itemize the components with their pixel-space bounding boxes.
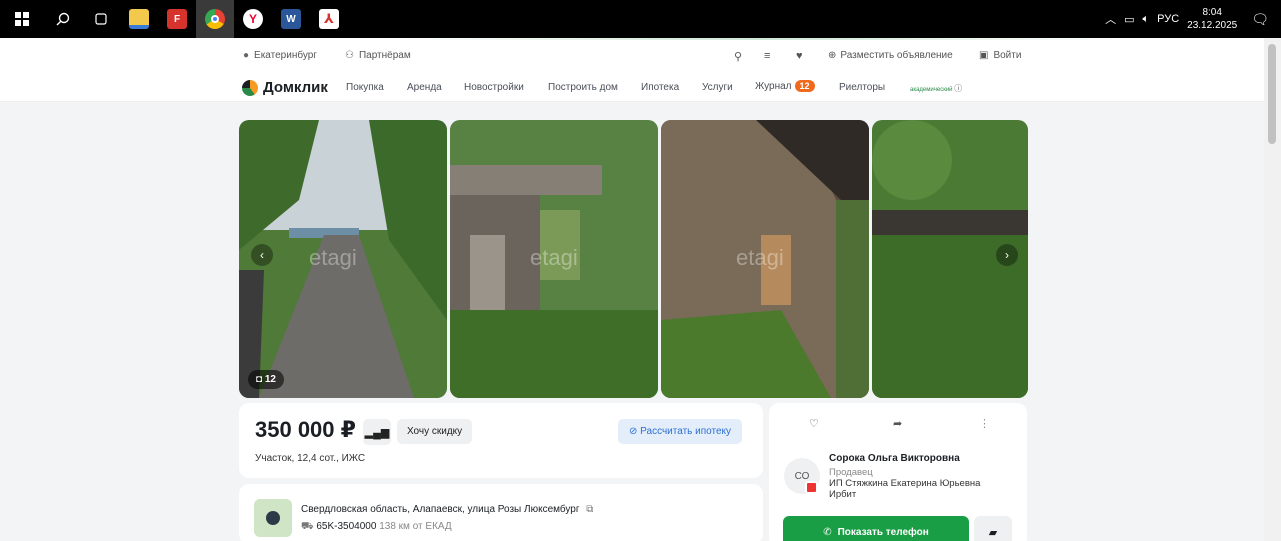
location-pin-icon: ● [243, 50, 250, 61]
gallery-photo-1[interactable]: etagi ‹ ◘ 12 [239, 120, 447, 398]
seller-role: Продавец [829, 467, 873, 478]
chat-icon[interactable]: ▰ [974, 516, 1012, 541]
post-ad-label: Разместить объявление [840, 50, 953, 61]
nav-item-buy[interactable]: Покупка [346, 82, 384, 93]
network-icon[interactable]: ▭ [1124, 13, 1134, 26]
nav-item-rent[interactable]: Аренда [407, 82, 442, 93]
svg-text:etagi: etagi [309, 245, 357, 270]
city-selector[interactable]: ● Екатеринбург [243, 50, 317, 61]
address-line: Свердловская область, Алапаевск, улица Р… [301, 504, 593, 515]
gallery-next-button[interactable]: › [996, 244, 1018, 266]
discount-button[interactable]: Хочу скидку [397, 419, 473, 444]
camera-icon: ◘ [256, 374, 265, 385]
show-phone-button[interactable]: ✆ Показать телефон [783, 516, 969, 541]
clock[interactable]: 8:04 23.12.2025 [1187, 6, 1237, 32]
photo-count: 12 [264, 374, 276, 385]
journal-label: Журнал [755, 81, 792, 92]
phone-icon: ✆ [823, 526, 832, 538]
distance-text: 138 км от ЕКАД [379, 521, 452, 532]
foxit-icon[interactable]: F [158, 0, 196, 38]
price-card: 350 000 ₽ ▂▄▆ Хочу скидку ⊘ Рассчитать и… [239, 403, 763, 478]
road-code: 65K-3504000 [316, 521, 377, 532]
yandex-browser-icon[interactable]: Y [234, 0, 272, 38]
task-view-icon[interactable] [82, 0, 120, 38]
city-label: Екатеринбург [254, 50, 317, 61]
windows-start-icon[interactable] [0, 0, 44, 38]
promo-banner[interactable]: академический ⓘ [910, 83, 962, 94]
brand-logo[interactable]: Домклик [242, 79, 328, 96]
chrome-icon[interactable] [196, 0, 234, 38]
price: 350 000 ₽ [255, 417, 356, 442]
notifications-icon[interactable]: 🗨︎ [1251, 11, 1269, 28]
map-pin-icon [266, 511, 280, 525]
plus-circle-icon: ⊕ [828, 50, 837, 61]
show-phone-label: Показать телефон [837, 526, 929, 538]
main-navbar: Домклик Покупка Аренда Новостройки Постр… [0, 72, 1264, 102]
address-text: Свердловская область, Алапаевск, улица Р… [301, 504, 580, 515]
nav-item-services[interactable]: Услуги [702, 82, 733, 93]
nav-item-journal[interactable]: Журнал 12 [755, 80, 815, 92]
search-icon[interactable]: ⚲ [734, 50, 742, 63]
photo-gallery: etagi ‹ ◘ 12 etagi etagi › [239, 120, 1028, 398]
login-label: Войти [993, 50, 1022, 61]
copy-icon[interactable]: ⧉ [586, 504, 593, 515]
favorites-heart-icon[interactable]: ♥ [796, 50, 803, 62]
pdf-reader-icon[interactable]: ⅄ [310, 0, 348, 38]
nav-item-newbuilds[interactable]: Новостройки [464, 82, 524, 93]
gallery-photo-3[interactable]: etagi [661, 120, 869, 398]
nav-item-realtors[interactable]: Риелторы [839, 82, 885, 93]
volume-icon[interactable]: 🔈︎ [1143, 13, 1150, 26]
brand-logo-icon [242, 79, 258, 96]
road-line: ⛟ 65K-3504000 138 км от ЕКАД [301, 521, 452, 534]
mortgage-calc-label: Рассчитать ипотеку [640, 426, 731, 437]
search-icon[interactable] [44, 0, 82, 38]
clock-date: 23.12.2025 [1187, 20, 1238, 31]
seller-company[interactable]: ИП Стяжкина Екатерина Юрьевна Ирбит [829, 478, 999, 500]
mortgage-calc-button[interactable]: ⊘ Рассчитать ипотеку [618, 419, 742, 444]
promo-label: академический [910, 87, 953, 93]
gallery-photo-2[interactable]: etagi [450, 120, 658, 398]
gallery-photo-4[interactable]: › [872, 120, 1028, 398]
compare-icon[interactable]: ≡ [764, 50, 770, 62]
file-explorer-icon[interactable] [120, 0, 158, 38]
svg-text:etagi: etagi [530, 245, 578, 270]
price-history-icon[interactable]: ▂▄▆ [363, 419, 391, 445]
journal-count-badge: 12 [794, 80, 815, 92]
seller-name[interactable]: Сорока Ольга Викторовна [829, 453, 960, 464]
gallery-prev-button[interactable]: ‹ [251, 244, 273, 266]
photo-count-badge[interactable]: ◘ 12 [248, 370, 284, 389]
language-indicator[interactable]: РУС [1157, 13, 1179, 25]
scrollbar-thumb[interactable] [1268, 44, 1276, 144]
nav-item-mortgage[interactable]: Ипотека [641, 82, 679, 93]
svg-text:etagi: etagi [736, 245, 784, 270]
brand-name: Домклик [263, 79, 328, 96]
word-icon[interactable]: W [272, 0, 310, 38]
nav-item-build-house[interactable]: Построить дом [548, 82, 618, 93]
people-icon: ⚇ [345, 50, 354, 61]
page-scrollbar[interactable] [1264, 38, 1281, 541]
login-link[interactable]: ▣ Войти [979, 50, 1021, 61]
map-thumbnail[interactable] [254, 499, 292, 537]
clock-time: 8:04 [1202, 7, 1222, 18]
seller-card: ♡ ➦ ⋮ СО Сорока Ольга Викторовна Продаве… [769, 403, 1027, 541]
login-icon: ▣ [979, 50, 989, 61]
top-accent-line [0, 38, 1264, 40]
chevron-up-icon[interactable]: ︿ [1105, 11, 1116, 27]
taskbar: F Y W ⅄ ︿ ▭ 🔈︎ РУС 8:04 23.12.2025 🗨︎ [0, 0, 1281, 38]
partners-link[interactable]: ⚇ Партнёрам [345, 50, 411, 61]
system-tray: ︿ ▭ 🔈︎ РУС 8:04 23.12.2025 🗨︎ [1105, 0, 1281, 38]
address-card: Свердловская область, Алапаевск, улица Р… [239, 484, 763, 541]
listing-subtitle: Участок, 12,4 сот., ИЖС [255, 453, 366, 464]
car-icon: ⛟ [301, 521, 317, 532]
more-options-icon[interactable]: ⋮ [979, 417, 990, 430]
browser-page: ● Екатеринбург ⚇ Партнёрам ⚲ ≡ ♥ ⊕ Разме… [0, 38, 1264, 541]
share-icon[interactable]: ➦ [893, 417, 902, 430]
agency-badge-icon [805, 481, 818, 494]
favorite-heart-icon[interactable]: ♡ [809, 417, 819, 430]
partners-label: Партнёрам [358, 50, 411, 61]
post-ad-link[interactable]: ⊕ Разместить объявление [828, 50, 953, 61]
info-icon: ⓘ [954, 84, 963, 93]
top-utility-bar: ● Екатеринбург ⚇ Партнёрам ⚲ ≡ ♥ ⊕ Разме… [0, 38, 1264, 72]
check-circle-icon: ⊘ [629, 426, 641, 437]
